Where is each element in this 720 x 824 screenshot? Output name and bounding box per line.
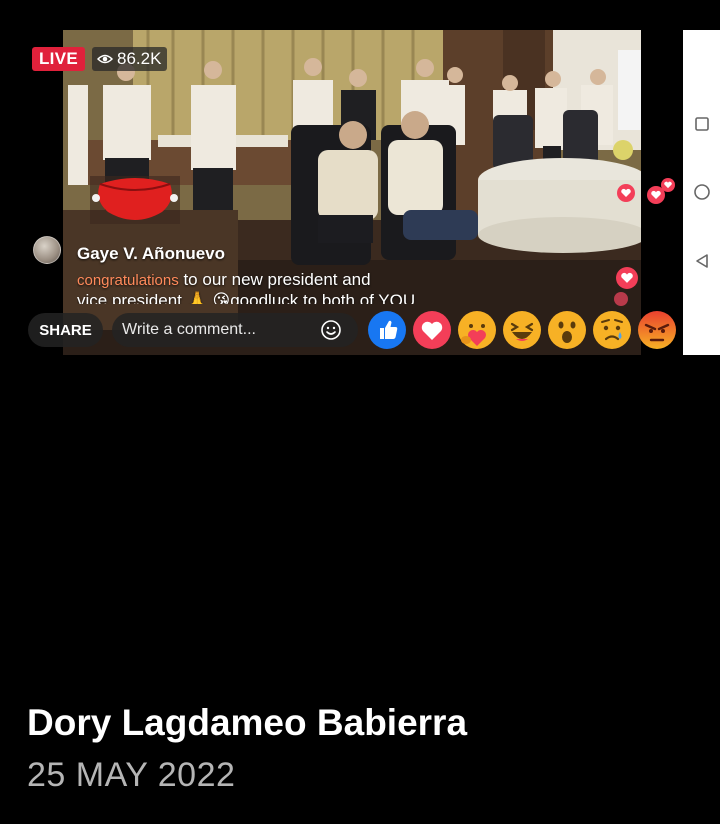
circle-icon: [693, 184, 710, 200]
comment-tag: congratulations: [77, 272, 179, 289]
viewer-count-badge: 86.2K: [92, 47, 168, 71]
back-button[interactable]: [683, 241, 720, 281]
wow-reaction-icon[interactable]: [547, 310, 587, 350]
floating-heart-icon: [661, 178, 675, 192]
recent-apps-button[interactable]: [683, 104, 720, 144]
love-reaction-icon[interactable]: [412, 310, 452, 350]
comment-text: congratulations to our new president and…: [77, 270, 447, 304]
floating-heart-icon: [616, 267, 638, 289]
haha-reaction-icon[interactable]: [502, 310, 542, 350]
viewer-count: 86.2K: [117, 49, 162, 68]
post-author[interactable]: Dory Lagdameo Babierra: [27, 702, 467, 744]
commenter-avatar[interactable]: [33, 236, 61, 264]
angry-reaction-icon[interactable]: [637, 310, 677, 350]
comment-author[interactable]: Gaye V. Añonuevo: [77, 244, 225, 264]
floating-heart-icon: [617, 184, 635, 202]
system-nav-bar: [683, 30, 720, 355]
home-button[interactable]: [683, 172, 720, 212]
screen: LIVE 86.2K Gaye V. Añonuevo congratulati…: [0, 0, 720, 824]
like-reaction-icon[interactable]: [367, 310, 407, 350]
post-date: 25 MAY 2022: [27, 756, 236, 794]
square-icon: [694, 117, 709, 131]
sad-reaction-icon[interactable]: [592, 310, 632, 350]
floating-heart-icon: [614, 292, 628, 306]
eye-icon: [97, 54, 113, 64]
live-badge: LIVE: [32, 47, 85, 71]
back-triangle-icon: [695, 254, 708, 268]
emoji-picker-icon[interactable]: [320, 319, 342, 341]
comment-text-line2: vice president 🙏 😘goodluck to both of YO…: [77, 291, 416, 304]
share-button[interactable]: SHARE: [28, 313, 103, 347]
censor-sticker: [90, 176, 180, 224]
care-reaction-icon[interactable]: [457, 310, 497, 350]
comment-text-main: to our new president and: [178, 270, 371, 289]
